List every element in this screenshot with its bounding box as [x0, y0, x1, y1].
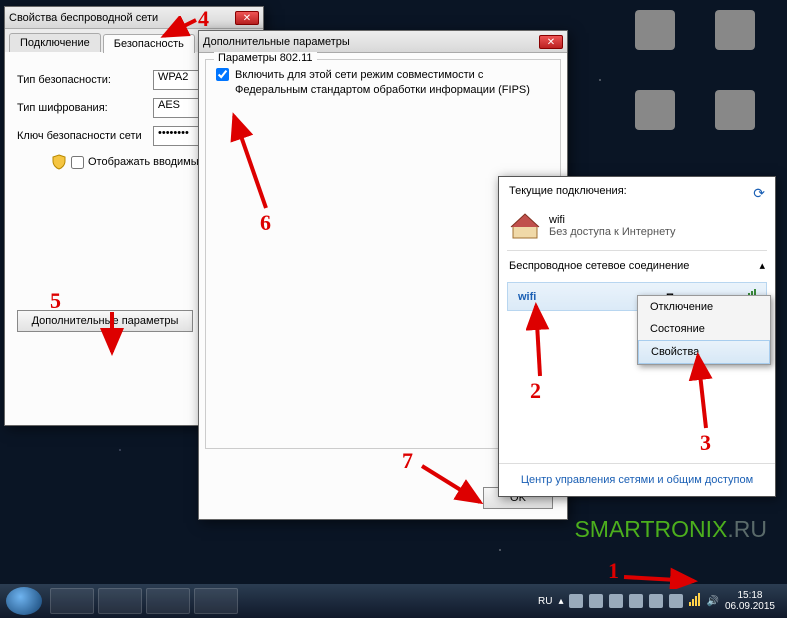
flyout-heading: Текущие подключения: [509, 185, 627, 202]
ctx-state[interactable]: Состояние [638, 318, 770, 340]
network-center-link[interactable]: Центр управления сетями и общим доступом [499, 463, 775, 496]
tray-chevron-icon[interactable]: ▴ [558, 596, 563, 607]
advanced-settings-button[interactable]: Дополнительные параметры [17, 310, 193, 332]
close-button[interactable]: ✕ [235, 11, 259, 25]
start-button[interactable] [6, 587, 42, 615]
current-network-status: Без доступа к Интернету [549, 226, 676, 238]
ctx-properties[interactable]: Свойства [638, 340, 770, 364]
clock-time: 15:18 [725, 590, 775, 601]
shield-icon [51, 154, 67, 170]
show-chars-checkbox[interactable] [71, 156, 84, 169]
desktop-icon[interactable] [705, 90, 765, 134]
label-network-key: Ключ безопасности сети [17, 130, 147, 142]
tray-icon[interactable] [669, 594, 683, 608]
tray-icon[interactable] [649, 594, 663, 608]
volume-tray-icon[interactable]: 🔊 [706, 596, 718, 607]
titlebar[interactable]: Дополнительные параметры ✕ [199, 31, 567, 53]
chevron-up-icon: ▴ [759, 259, 765, 272]
tray-icon[interactable] [569, 594, 583, 608]
wireless-category[interactable]: Беспроводное сетевое соединение ▴ [499, 251, 775, 280]
label-security-type: Тип безопасности: [17, 74, 147, 86]
language-indicator[interactable]: RU [532, 596, 558, 607]
home-network-icon [509, 212, 541, 240]
desktop-icon[interactable] [705, 10, 765, 54]
taskbar-button[interactable] [146, 588, 190, 614]
label-encryption-type: Тип шифрования: [17, 102, 147, 114]
fips-checkbox[interactable] [216, 68, 229, 81]
taskbar: RU ▴ 🔊 15:18 06.09.2015 [0, 584, 787, 618]
refresh-icon[interactable]: ⟳ [753, 185, 765, 202]
clock-date: 06.09.2015 [725, 601, 775, 612]
window-title: Свойства беспроводной сети [9, 12, 235, 24]
context-menu: Отключение Состояние Свойства [637, 295, 771, 365]
fips-label: Включить для этой сети режим совместимос… [235, 68, 550, 98]
tray-icon[interactable] [609, 594, 623, 608]
group-legend: Параметры 802.11 [214, 52, 317, 64]
tray-icon[interactable] [589, 594, 603, 608]
taskbar-button[interactable] [98, 588, 142, 614]
network-row-name: wifi [518, 291, 536, 303]
desktop-icon[interactable] [625, 90, 685, 134]
system-tray: ▴ 🔊 [558, 593, 718, 609]
wifi-tray-icon[interactable] [689, 593, 700, 609]
wireless-category-label: Беспроводное сетевое соединение [509, 260, 689, 272]
tray-icon[interactable] [629, 594, 643, 608]
ctx-disconnect[interactable]: Отключение [638, 296, 770, 318]
tab-connection[interactable]: Подключение [9, 33, 101, 52]
titlebar[interactable]: Свойства беспроводной сети ✕ [5, 7, 263, 29]
desktop-icon[interactable] [625, 10, 685, 54]
window-title: Дополнительные параметры [203, 36, 539, 48]
current-network-name: wifi [549, 214, 676, 226]
taskbar-button[interactable] [50, 588, 94, 614]
network-flyout: Текущие подключения: ⟳ wifi Без доступа … [498, 176, 776, 497]
tab-security[interactable]: Безопасность [103, 34, 195, 53]
close-button[interactable]: ✕ [539, 35, 563, 49]
taskbar-button[interactable] [194, 588, 238, 614]
taskbar-clock[interactable]: 15:18 06.09.2015 [719, 590, 781, 612]
